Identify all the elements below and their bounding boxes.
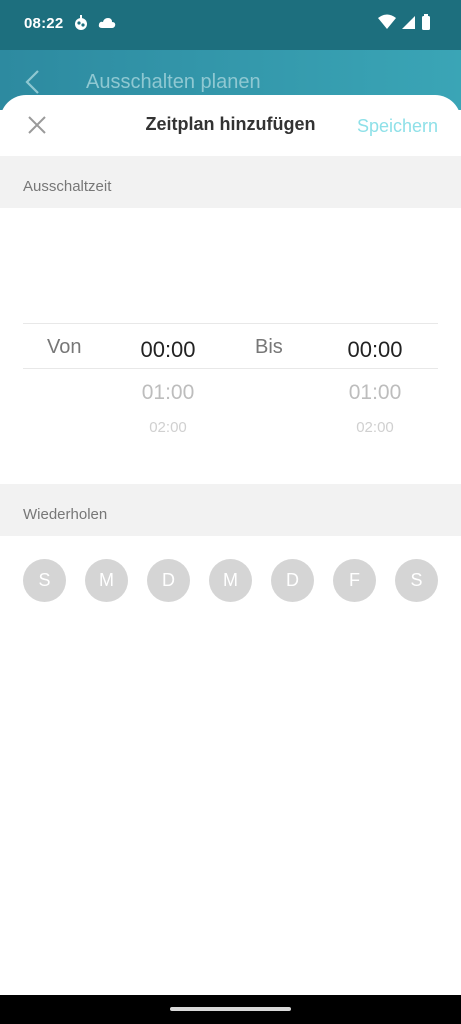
status-time: 08:22	[24, 15, 64, 32]
close-button[interactable]	[24, 112, 50, 138]
home-gesture-handle[interactable]	[170, 1007, 291, 1011]
battery-icon	[421, 14, 431, 35]
day-toggle-saturday[interactable]: S	[395, 559, 438, 602]
sheet-header: Zeitplan hinzufügen Speichern	[0, 95, 461, 156]
navigation-bar	[0, 995, 461, 1024]
from-selected-time[interactable]: 00:00	[113, 337, 223, 363]
to-next-time-2[interactable]: 02:00	[320, 419, 430, 436]
picker-bottom-divider	[23, 368, 438, 369]
section-header-time: Ausschaltzeit	[0, 156, 461, 208]
day-toggle-wednesday[interactable]: M	[209, 559, 252, 602]
status-bar: 08:22	[0, 0, 461, 50]
app-notification-icon	[72, 14, 90, 37]
from-label: Von	[47, 336, 82, 358]
wifi-icon	[378, 14, 396, 35]
day-toggle-thursday[interactable]: D	[271, 559, 314, 602]
weekday-selector: S M D M D F S	[0, 536, 461, 616]
day-toggle-friday[interactable]: F	[333, 559, 376, 602]
background-title: Ausschalten planen	[86, 71, 261, 93]
status-right-icons	[378, 14, 431, 35]
time-picker[interactable]: Von 00:00 01:00 02:00 Bis 00:00 01:00 02…	[0, 208, 461, 484]
day-toggle-sunday[interactable]: S	[23, 559, 66, 602]
status-left-icons	[72, 14, 116, 37]
day-toggle-monday[interactable]: M	[85, 559, 128, 602]
day-toggle-tuesday[interactable]: D	[147, 559, 190, 602]
from-next-time-2[interactable]: 02:00	[113, 419, 223, 436]
close-icon	[28, 116, 46, 134]
save-button[interactable]: Speichern	[357, 116, 438, 137]
signal-icon	[401, 15, 416, 35]
picker-top-divider	[23, 323, 438, 324]
to-selected-time[interactable]: 00:00	[320, 337, 430, 363]
to-next-time[interactable]: 01:00	[320, 381, 430, 405]
to-label: Bis	[255, 336, 283, 358]
from-next-time[interactable]: 01:00	[113, 381, 223, 405]
add-schedule-sheet: Zeitplan hinzufügen Speichern Ausschaltz…	[0, 95, 461, 995]
section-header-repeat: Wiederholen	[0, 484, 461, 536]
cloud-icon	[98, 16, 116, 35]
